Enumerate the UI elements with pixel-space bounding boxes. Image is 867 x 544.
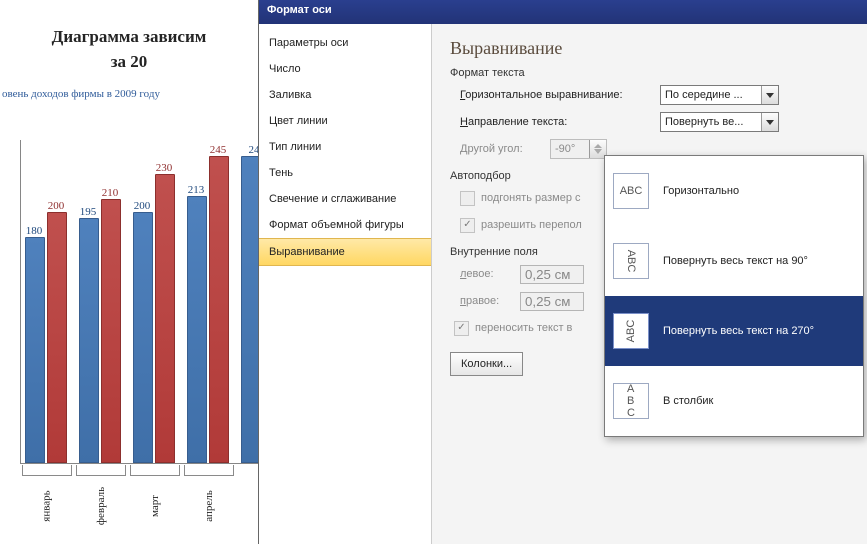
direction-option-1[interactable]: ABC Повернуть весь текст на 90°: [605, 226, 863, 296]
autofit-resize-label: подгонять размер с: [481, 192, 581, 204]
value-label: 200: [127, 200, 157, 212]
bar: [101, 199, 121, 463]
direction-option-0[interactable]: ABC Горизонтально: [605, 156, 863, 226]
direction-option-label: Горизонтально: [663, 185, 739, 197]
direction-option-label: В столбик: [663, 395, 713, 407]
left-margin-label: левое:: [460, 268, 520, 280]
bar: [209, 156, 229, 463]
category-label: февраль: [95, 487, 107, 525]
nav-item-0[interactable]: Параметры оси: [259, 30, 431, 56]
nav-item-6[interactable]: Свечение и сглаживание: [259, 186, 431, 212]
category-cell: январь: [20, 465, 74, 512]
value-label: 180: [19, 225, 49, 237]
nav-item-8[interactable]: Выравнивание: [259, 238, 431, 266]
category-label: март: [149, 495, 161, 517]
direction-icon: ABC: [613, 173, 649, 209]
direction-combo[interactable]: Повернуть ве...: [660, 112, 779, 132]
direction-option-label: Повернуть весь текст на 270°: [663, 325, 814, 337]
side-nav: Параметры осиЧислоЗаливкаЦвет линииТип л…: [259, 24, 432, 544]
category-label: апрель: [203, 490, 215, 522]
category-cell: апрель: [182, 465, 236, 512]
columns-button[interactable]: Колонки...: [450, 352, 523, 376]
value-label: 230: [149, 162, 179, 174]
other-angle-label: Другой угол:: [460, 143, 550, 155]
legend-text: овень доходов фирмы в 2009 году: [2, 88, 258, 100]
value-label: 245: [203, 144, 233, 156]
text-format-group-label: Формат текста: [450, 67, 849, 79]
chevron-down-icon[interactable]: [761, 113, 778, 131]
wrap-text-label: переносить текст в: [475, 322, 572, 334]
nav-item-1[interactable]: Число: [259, 56, 431, 82]
wrap-text-checkbox: [454, 321, 469, 336]
direction-option-2[interactable]: ABC Повернуть весь текст на 270°: [605, 296, 863, 366]
h-align-label: Горизонтальное выравнивание:: [460, 89, 660, 101]
direction-label: Направление текста:: [460, 116, 660, 128]
direction-icon: A B C: [613, 383, 649, 419]
value-label: 195: [73, 206, 103, 218]
nav-item-7[interactable]: Формат объемной фигуры: [259, 212, 431, 238]
direction-icon: ABC: [613, 313, 649, 349]
bar: [79, 218, 99, 463]
autofit-overflow-label: разрешить перепол: [481, 219, 582, 231]
bar: [155, 174, 175, 463]
autofit-resize-checkbox: [460, 191, 475, 206]
direction-icon: ABC: [613, 243, 649, 279]
nav-item-4[interactable]: Тип линии: [259, 134, 431, 160]
left-margin-input: [520, 265, 584, 284]
h-align-combo[interactable]: По середине ...: [660, 85, 779, 105]
right-margin-input: [520, 292, 584, 311]
plot-area: 18020019521020023021324524: [20, 140, 258, 464]
alignment-heading: Выравнивание: [450, 38, 849, 59]
nav-item-2[interactable]: Заливка: [259, 82, 431, 108]
autofit-overflow-checkbox: [460, 218, 475, 233]
dialog-title: Формат оси: [259, 0, 867, 24]
nav-item-5[interactable]: Тень: [259, 160, 431, 186]
direction-option-label: Повернуть весь текст на 90°: [663, 255, 808, 267]
category-cell: февраль: [74, 465, 128, 512]
bar: [47, 212, 67, 463]
chevron-down-icon[interactable]: [761, 86, 778, 104]
text-direction-dropdown[interactable]: ABC Горизонтально ABC Повернуть весь текст …: [604, 155, 864, 437]
value-label: 210: [95, 187, 125, 199]
category-axis: январьфевральмартапрель: [20, 465, 258, 535]
bar: [25, 237, 45, 463]
value-label: 200: [41, 200, 71, 212]
direction-option-3[interactable]: A B C В столбик: [605, 366, 863, 436]
value-label: 213: [181, 184, 211, 196]
category-label: январь: [41, 490, 53, 521]
bar: [187, 196, 207, 463]
right-margin-label: правое:: [460, 295, 520, 307]
category-cell: март: [128, 465, 182, 512]
nav-item-3[interactable]: Цвет линии: [259, 108, 431, 134]
other-angle-spinner: -90°: [550, 139, 607, 159]
chart-panel: Диаграмма зависим за 20 овень доходов фи…: [0, 0, 258, 544]
bar: [133, 212, 153, 463]
chart-title: Диаграмма зависим за 20: [0, 25, 258, 74]
